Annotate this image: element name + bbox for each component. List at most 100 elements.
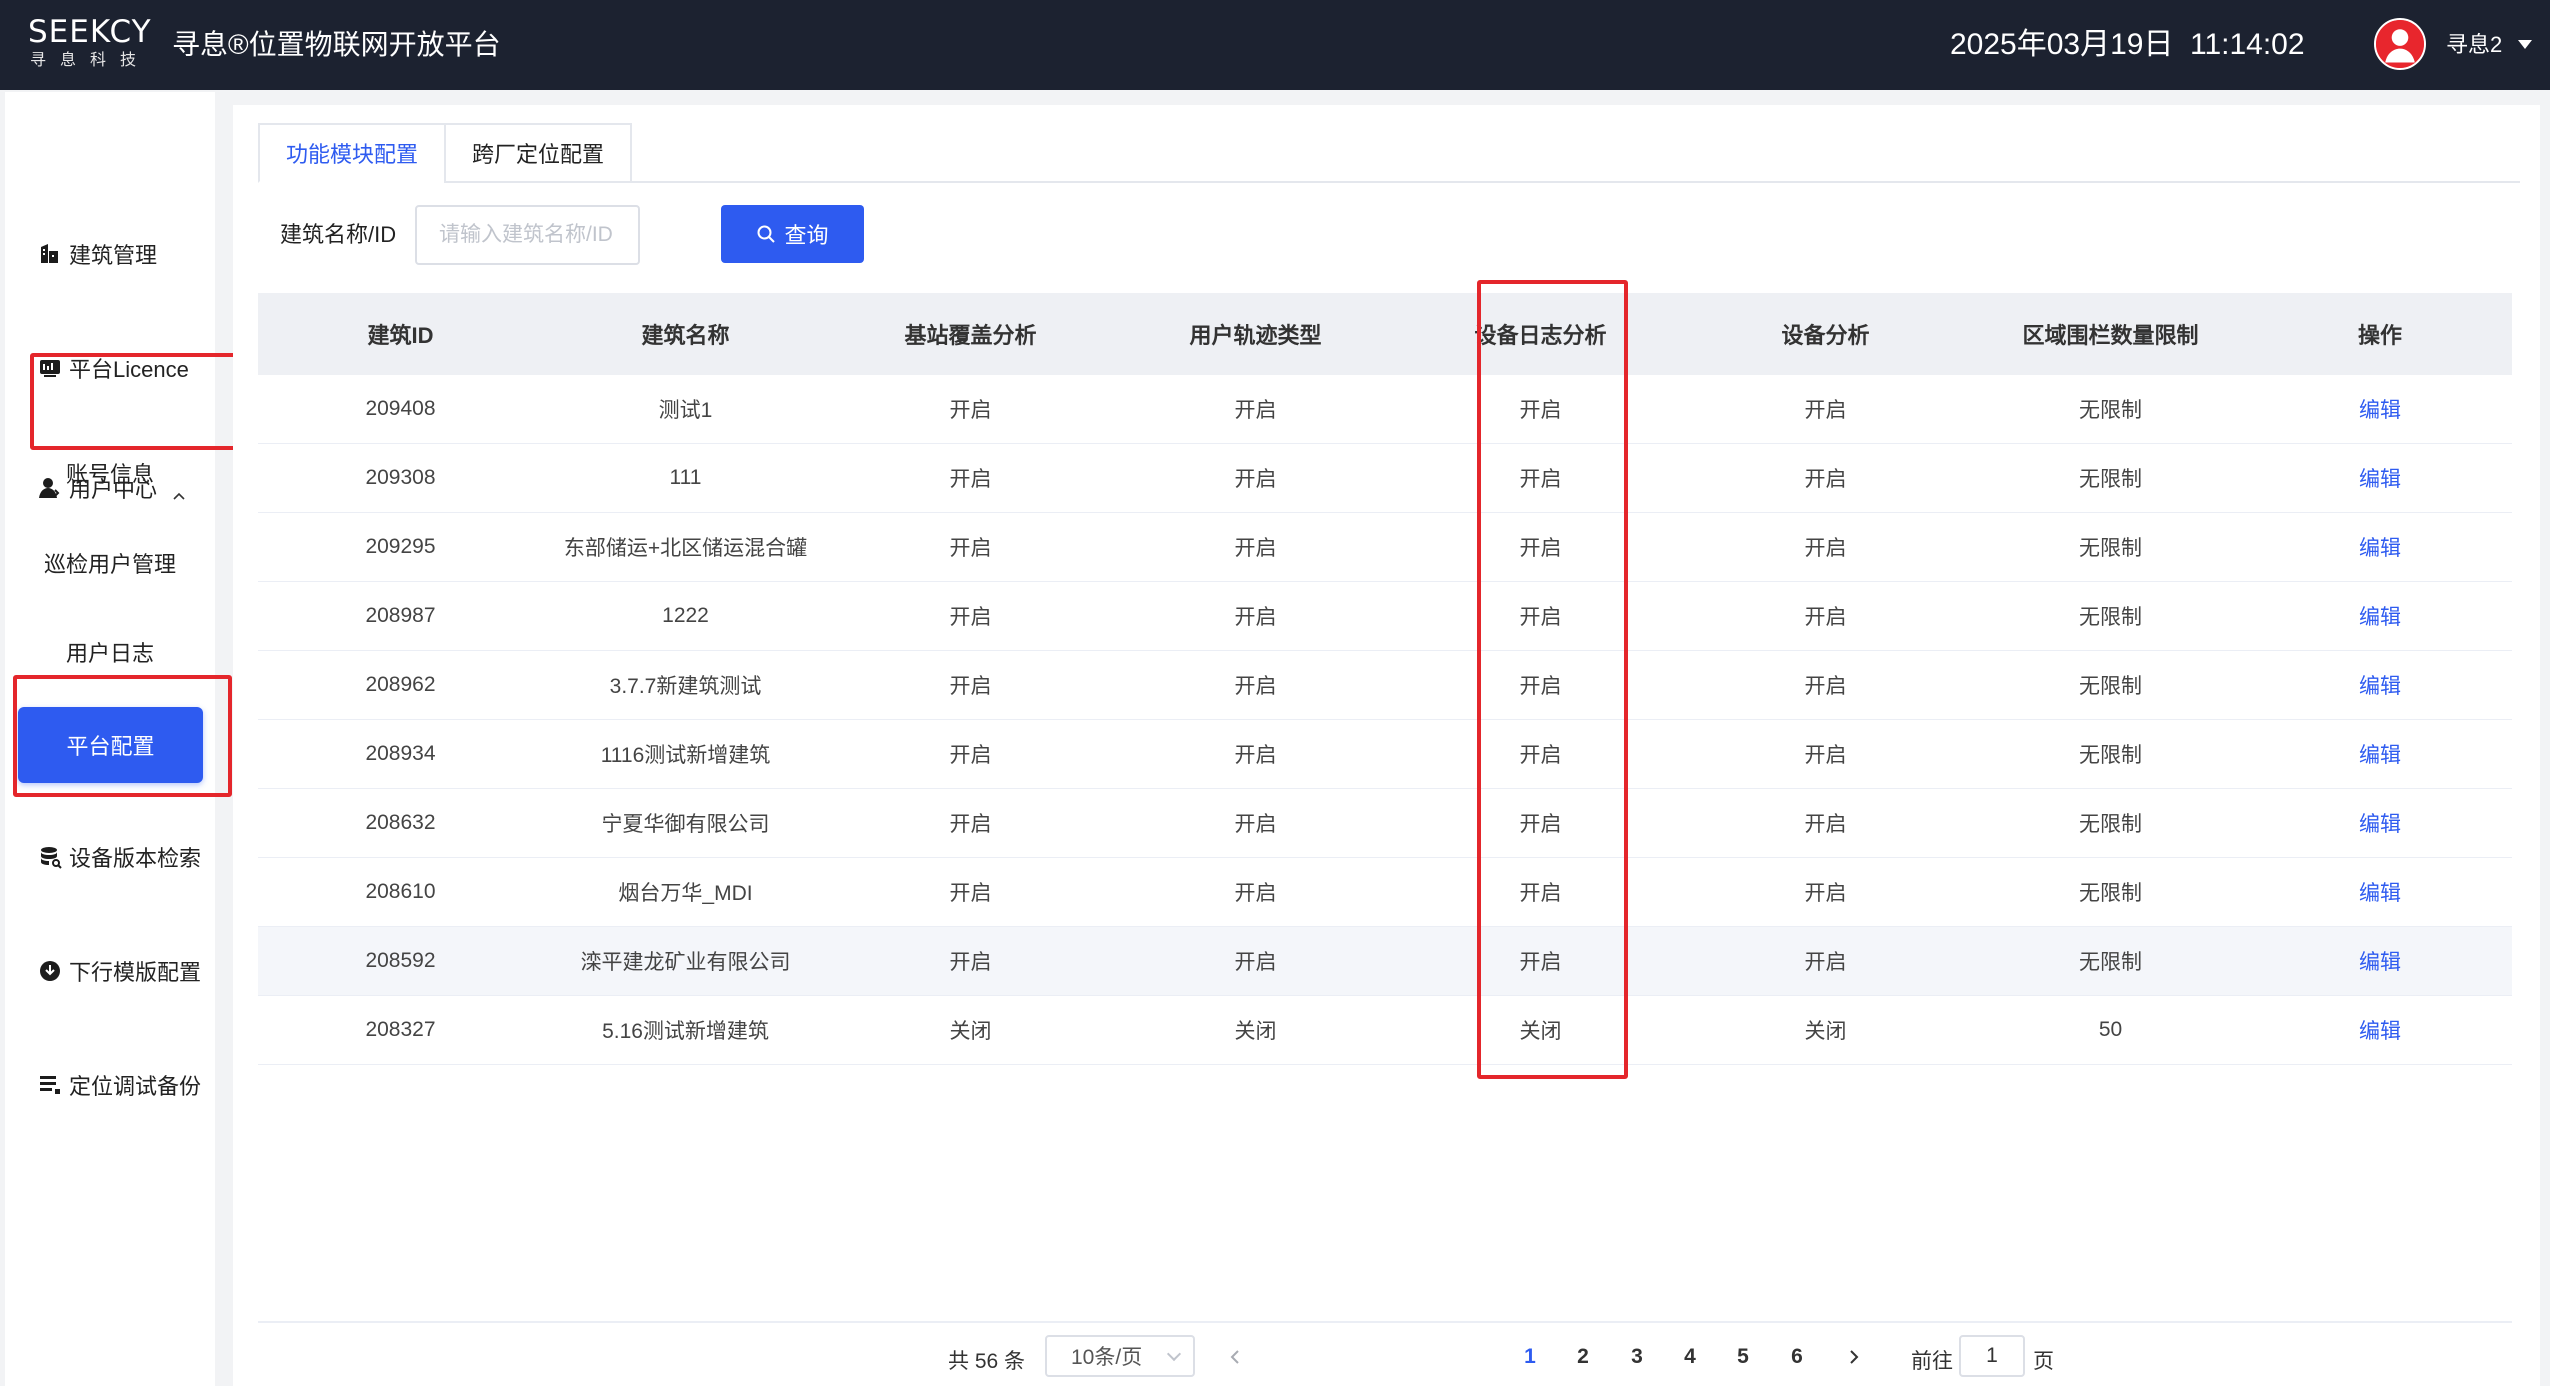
table-cell: 无限制 [2079, 951, 2142, 974]
header-time: 11:14:02 [2190, 28, 2305, 61]
table-cell: 208592 [365, 949, 436, 972]
sidebar-item-licence[interactable]: 平台Licence [5, 338, 215, 398]
list-backup-icon [37, 1072, 63, 1098]
sidebar-subitem-platform-config[interactable]: 平台配置 [18, 707, 203, 783]
table-cell: 烟台万华_MDI [618, 882, 753, 905]
user-avatar-icon[interactable] [2374, 18, 2426, 70]
seekcy-logo[interactable]: SEEKCY 寻息科技 [28, 14, 158, 76]
edit-link[interactable]: 编辑 [2253, 739, 2507, 769]
download-icon [37, 958, 63, 984]
table-cell: 无限制 [2079, 399, 2142, 422]
pagination-total: 共 56 条 [948, 1350, 1026, 1373]
column-header: 区域围栏数量限制 [2022, 323, 2199, 348]
goto-page-input[interactable] [1959, 1335, 2025, 1377]
page-scrollbar[interactable] [2540, 92, 2550, 1386]
goto-label: 前往 [1911, 1350, 1953, 1373]
table-cell: 开启 [1234, 744, 1277, 767]
edit-link[interactable]: 编辑 [2253, 877, 2507, 907]
sidebar-item-building[interactable]: 建筑管理 [5, 224, 215, 284]
license-icon [37, 355, 63, 381]
table-cell: 208632 [365, 811, 436, 834]
table-cell: 关闭 [1804, 1020, 1847, 1043]
sidebar-item-label: 建筑管理 [69, 243, 158, 268]
sidebar-item-downlink-template[interactable]: 下行模版配置 [5, 941, 215, 1001]
table-body: 209408 测试1 开启 开启 开启 开启 无限制 编辑 209308 111 开启 开启 开启 开启无… [258, 375, 2512, 1065]
table-cell: 开启 [1804, 606, 1847, 629]
page-number[interactable]: 6 [1782, 1345, 1812, 1369]
table-cell: 无限制 [2079, 744, 2142, 767]
table-cell: 开启 [949, 537, 992, 560]
table-cell: 3.7.7新建筑测试 [609, 675, 762, 698]
table-cell: 开启 [1804, 951, 1847, 974]
sidebar-item-device-version[interactable]: 设备版本检索 [5, 827, 215, 887]
table-row: 209408 测试1 开启 开启 开启 开启 无限制 编辑 [258, 375, 2512, 444]
page-number[interactable]: 5 [1728, 1345, 1758, 1369]
sidebar-item-label: 下行模版配置 [69, 960, 202, 985]
table-row: 208327 5.16测试新增建筑 关闭 关闭 关闭 关闭 50 编辑 [258, 996, 2512, 1065]
edit-link[interactable]: 编辑 [2253, 532, 2507, 562]
table-row: 209308 111 开启 开启 开启 开启 无限制 编辑 [258, 444, 2512, 513]
column-header: 基站覆盖分析 [904, 323, 1037, 348]
table-cell: 开启 [1804, 468, 1847, 491]
sidebar-subitem-account-info[interactable]: 账号信息 [5, 448, 215, 498]
column-header: 用户轨迹类型 [1189, 323, 1322, 348]
table-row: 208934 1116测试新增建筑 开启 开启 开启 开启 无限制 编辑 [258, 720, 2512, 789]
sidebar-subitem-user-log[interactable]: 用户日志 [5, 627, 215, 677]
page-number[interactable]: 2 [1568, 1345, 1598, 1369]
tab-cross-factory-positioning[interactable]: 跨厂定位配置 [444, 123, 632, 183]
footer-divider [258, 1321, 2512, 1323]
table-cell: 209308 [365, 466, 436, 489]
page-number[interactable]: 4 [1675, 1345, 1705, 1369]
username[interactable]: 寻息2 [2446, 30, 2502, 60]
database-icon [37, 844, 63, 870]
edit-link[interactable]: 编辑 [2253, 601, 2507, 631]
table-cell: 开启 [1519, 399, 1562, 422]
edit-link[interactable]: 编辑 [2253, 946, 2507, 976]
table-cell: 开启 [1519, 468, 1562, 491]
next-page-icon[interactable] [1847, 1347, 1861, 1367]
tab-function-module-config[interactable]: 功能模块配置 [258, 123, 446, 183]
main-panel: 功能模块配置 跨厂定位配置 建筑名称/ID 查询 建筑ID 建筑名称 基站覆盖分… [233, 105, 2540, 1386]
page-number[interactable]: 3 [1622, 1345, 1652, 1369]
top-header: SEEKCY 寻息科技 寻息®位置物联网开放平台 2025年03月19日 11:… [0, 0, 2550, 90]
sidebar-item-label: 定位调试备份 [69, 1074, 202, 1099]
prev-page-icon[interactable] [1228, 1347, 1242, 1367]
search-icon [757, 225, 776, 243]
column-header: 建筑ID [367, 323, 434, 348]
pagination: 共 56 条 10条/页 1 2 3 4 5 6 前往 页 [233, 1335, 2540, 1379]
table-cell: 无限制 [2079, 882, 2142, 905]
logo-main-text: SEEKCY [28, 14, 152, 50]
edit-link[interactable]: 编辑 [2253, 394, 2507, 424]
sidebar: 建筑管理 平台Licence 用户中心 账号信息 巡检用户管理 用户日志 平台配… [5, 92, 215, 1386]
page-suffix: 页 [2033, 1350, 2054, 1373]
table-cell: 东部储运+北区储运混合罐 [563, 537, 808, 560]
sidebar-item-label: 设备版本检索 [69, 846, 202, 871]
sidebar-item-positioning-backup[interactable]: 定位调试备份 [5, 1055, 215, 1115]
table-cell: 关闭 [1234, 1020, 1277, 1043]
table-row: 208610 烟台万华_MDI 开启 开启 开启 开启 无限制 编辑 [258, 858, 2512, 927]
edit-link[interactable]: 编辑 [2253, 808, 2507, 838]
sidebar-item-label: 平台Licence [69, 357, 189, 382]
search-input[interactable] [415, 205, 640, 265]
search-label: 建筑名称/ID [280, 222, 397, 247]
table-cell: 无限制 [2079, 606, 2142, 629]
table-cell: 1222 [662, 604, 709, 627]
sidebar-subitem-inspection-users[interactable]: 巡检用户管理 [5, 538, 215, 588]
column-header: 设备分析 [1781, 323, 1870, 348]
page-size-select[interactable]: 10条/页 [1045, 1335, 1195, 1377]
table-cell: 开启 [1519, 813, 1562, 836]
table-cell: 开启 [1519, 537, 1562, 560]
table-cell: 关闭 [949, 1020, 992, 1043]
user-menu-caret-icon[interactable] [2518, 40, 2532, 49]
query-button-label: 查询 [784, 223, 829, 248]
table-cell: 开启 [1234, 882, 1277, 905]
edit-link[interactable]: 编辑 [2253, 463, 2507, 493]
table-cell: 开启 [1519, 675, 1562, 698]
table-row: 208632 宁夏华御有限公司 开启 开启 开启 开启 无限制 编辑 [258, 789, 2512, 858]
table-cell: 209408 [365, 397, 436, 420]
edit-link[interactable]: 编辑 [2253, 670, 2507, 700]
edit-link[interactable]: 编辑 [2253, 1015, 2507, 1045]
query-button[interactable]: 查询 [721, 205, 864, 263]
column-header: 操作 [2357, 323, 2402, 348]
page-number[interactable]: 1 [1515, 1345, 1545, 1369]
